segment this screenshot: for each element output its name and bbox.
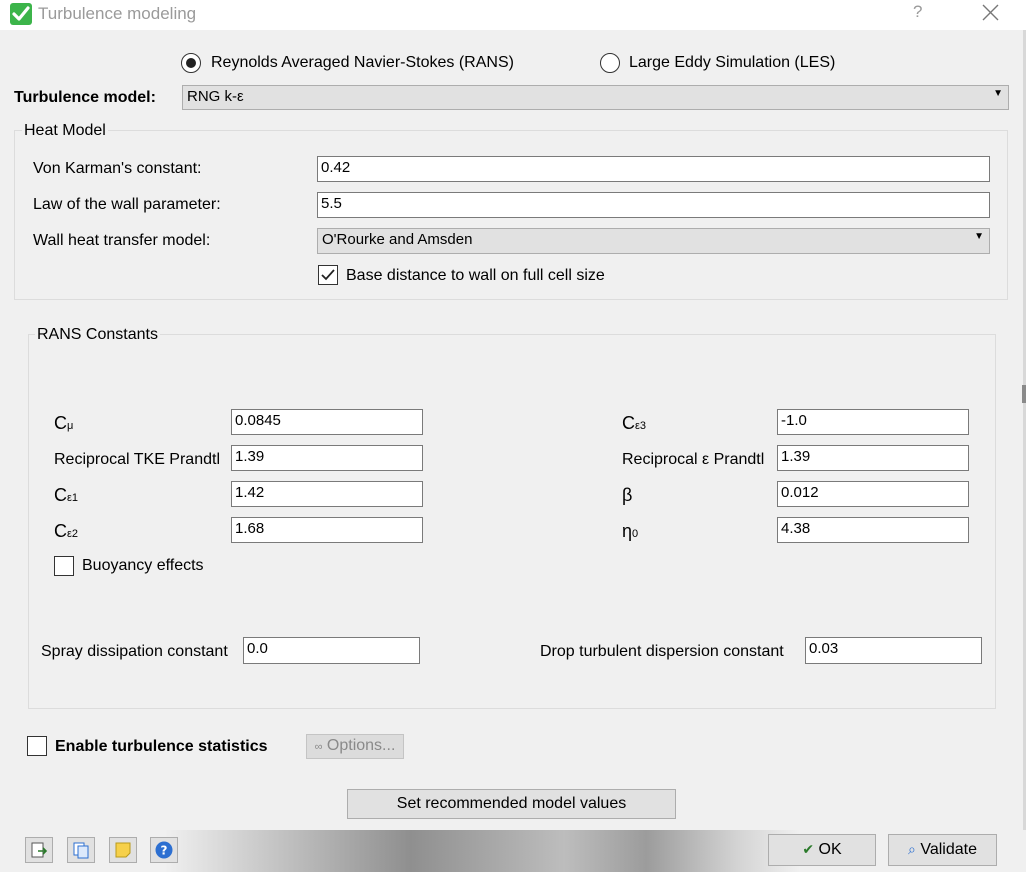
c-e3-input[interactable]: -1.0 xyxy=(777,409,969,435)
statistics-label[interactable]: Enable turbulence statistics xyxy=(55,738,268,756)
glasses-icon: ∞ xyxy=(314,741,323,753)
window-title: Turbulence modeling xyxy=(38,4,197,23)
turbulence-model-value: RNG k-ε xyxy=(187,88,244,105)
buoyancy-checkbox[interactable] xyxy=(54,556,74,576)
eps-prandtl-label: Reciprocal ε Prandtl xyxy=(622,451,765,468)
eps-prandtl-input[interactable]: 1.39 xyxy=(777,445,969,471)
base-distance-checkbox[interactable] xyxy=(318,265,338,285)
copy-icon[interactable] xyxy=(67,837,95,863)
set-recommended-button[interactable]: Set recommended model values xyxy=(347,789,676,819)
les-radio[interactable] xyxy=(600,53,620,73)
c-e2-input[interactable]: 1.68 xyxy=(231,517,423,543)
validate-label: Validate xyxy=(920,841,977,858)
ok-button[interactable]: ✔ OK xyxy=(768,834,876,866)
tke-prandtl-label: Reciprocal TKE Prandtl xyxy=(54,451,220,468)
statistics-checkbox[interactable] xyxy=(27,736,47,756)
spray-label: Spray dissipation constant xyxy=(41,643,228,660)
export-icon[interactable] xyxy=(25,837,53,863)
radio-selected-dot xyxy=(186,58,196,68)
checkmark-icon xyxy=(321,269,335,281)
green-check-icon xyxy=(10,3,32,25)
options-label: Options... xyxy=(326,737,396,754)
law-of-wall-label: Law of the wall parameter: xyxy=(33,196,221,213)
eta0-input[interactable]: 4.38 xyxy=(777,517,969,543)
drop-label: Drop turbulent dispersion constant xyxy=(540,643,784,660)
chevron-down-icon: ▼ xyxy=(974,231,984,242)
c-mu-input[interactable]: 0.0845 xyxy=(231,409,423,435)
wall-heat-value: O'Rourke and Amsden xyxy=(322,231,473,248)
wall-heat-label: Wall heat transfer model: xyxy=(33,232,211,249)
resize-grip[interactable] xyxy=(1022,385,1026,403)
validate-button[interactable]: ⌕ Validate xyxy=(888,834,997,866)
rans-constants-title: RANS Constants xyxy=(35,326,160,344)
c-e3-label: Cε3 xyxy=(622,413,647,433)
wall-heat-select[interactable]: O'Rourke and Amsden ▼ xyxy=(317,228,990,254)
buoyancy-label[interactable]: Buoyancy effects xyxy=(82,557,204,575)
c-mu-label: Cμ xyxy=(54,413,74,433)
heat-model-title: Heat Model xyxy=(22,122,108,140)
drop-input[interactable]: 0.03 xyxy=(805,637,982,664)
check-icon: ✔ xyxy=(802,841,815,857)
magnifier-icon: ⌕ xyxy=(908,841,916,857)
spray-input[interactable]: 0.0 xyxy=(243,637,420,664)
c-e2-label: Cε2 xyxy=(54,521,79,541)
note-icon[interactable] xyxy=(109,837,137,863)
tke-prandtl-input[interactable]: 1.39 xyxy=(231,445,423,471)
von-karman-label: Von Karman's constant: xyxy=(33,160,202,177)
c-e1-label: Cε1 xyxy=(54,485,79,505)
ok-label: OK xyxy=(818,841,842,858)
svg-text:?: ? xyxy=(161,844,168,858)
chevron-down-icon: ▼ xyxy=(993,88,1003,99)
beta-label: β xyxy=(622,485,633,505)
rans-radio[interactable] xyxy=(181,53,201,73)
rans-label[interactable]: Reynolds Averaged Navier-Stokes (RANS) xyxy=(211,54,514,72)
help-button[interactable]: ? xyxy=(913,2,922,22)
c-e1-input[interactable]: 1.42 xyxy=(231,481,423,507)
turbulence-model-select[interactable]: RNG k-ε ▼ xyxy=(182,85,1009,110)
help-icon[interactable]: ? xyxy=(150,837,178,863)
law-of-wall-input[interactable]: 5.5 xyxy=(317,192,990,218)
base-distance-label[interactable]: Base distance to wall on full cell size xyxy=(346,267,605,285)
turbulence-model-label: Turbulence model: xyxy=(14,89,156,106)
close-icon[interactable] xyxy=(979,0,1003,26)
eta0-label: η0 xyxy=(622,521,639,541)
beta-input[interactable]: 0.012 xyxy=(777,481,969,507)
les-label[interactable]: Large Eddy Simulation (LES) xyxy=(629,54,835,72)
von-karman-input[interactable]: 0.42 xyxy=(317,156,990,182)
options-button[interactable]: ∞ Options... xyxy=(306,734,404,759)
